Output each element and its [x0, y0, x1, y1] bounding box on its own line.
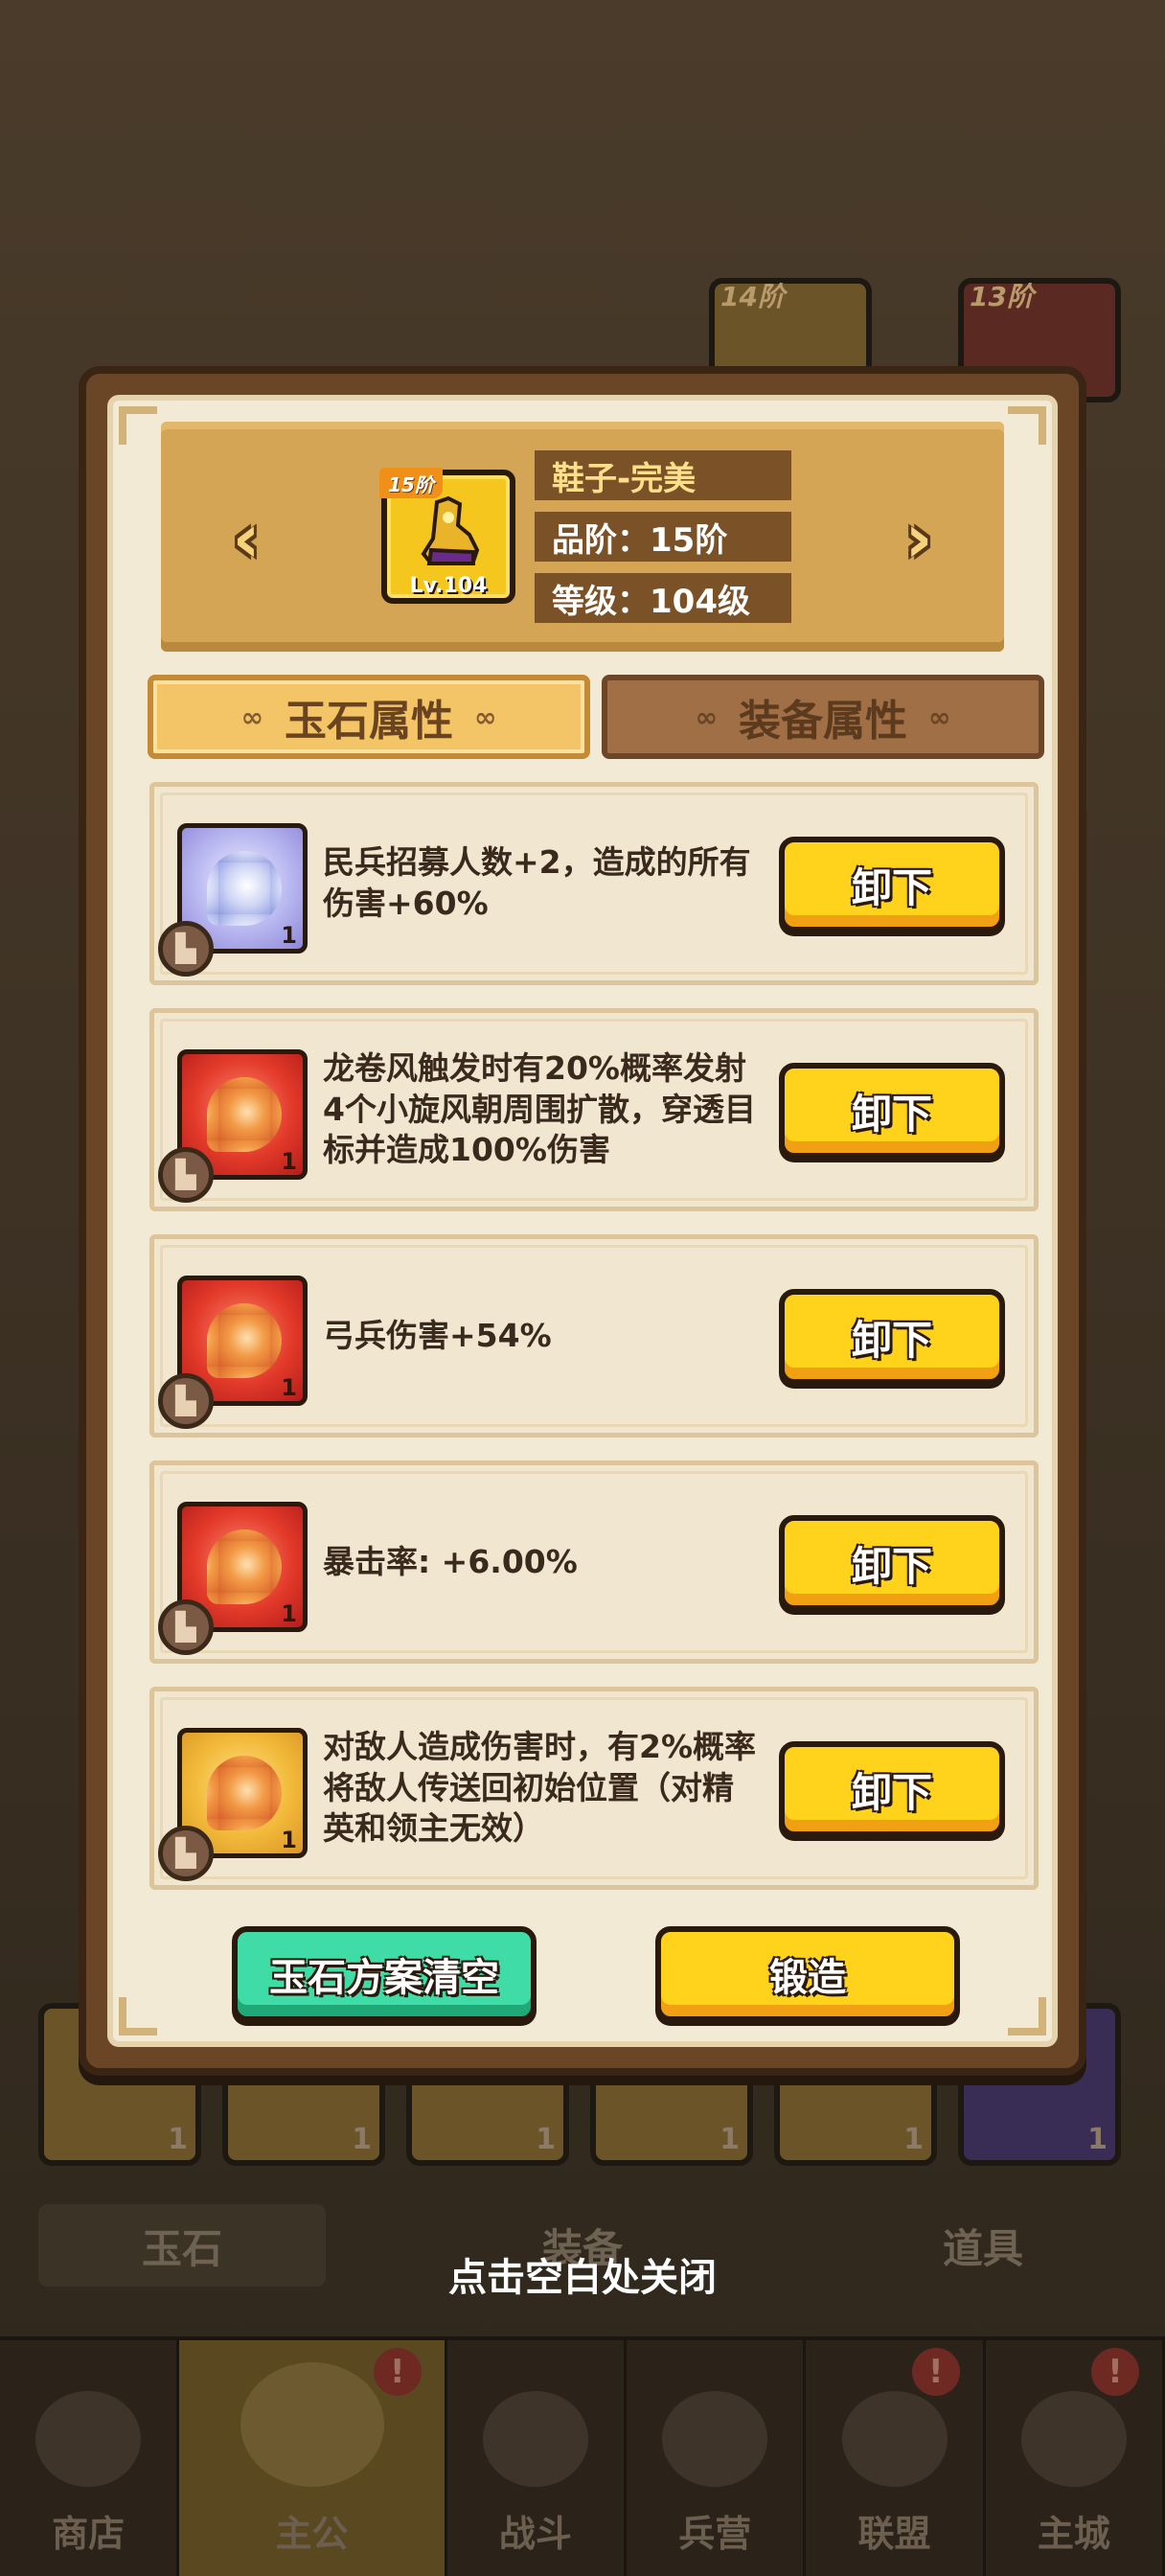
ornament-icon: ∞: [240, 701, 263, 733]
item-header: ‹ 15阶 Lv.104 鞋子-完美 品阶：15阶 等级：104级 ›: [161, 422, 1004, 652]
close-hint[interactable]: 点击空白处关闭: [0, 2246, 1165, 2302]
gem-detail-modal: ‹ 15阶 Lv.104 鞋子-完美 品阶：15阶 等级：104级 › ∞ 玉石…: [79, 366, 1086, 2076]
boot-slot-icon: ▙: [158, 1147, 214, 1203]
tab-label: 装备属性: [739, 697, 907, 746]
nav-label: 主城: [1037, 2513, 1110, 2555]
gem-row: 1 ▙ 弓兵伤害+54% 卸下: [149, 1234, 1039, 1438]
unequip-button[interactable]: 卸下: [779, 837, 1005, 932]
next-item-button[interactable]: ›: [889, 499, 948, 578]
shop-icon: [35, 2391, 142, 2487]
gem-count: 1: [281, 1827, 297, 1853]
ornament-icon: ∞: [695, 701, 718, 733]
item-level-badge: Lv.104: [409, 574, 488, 598]
gem-description: 弓兵伤害+54%: [323, 1316, 552, 1354]
tab-equipment-attributes[interactable]: ∞ 装备属性 ∞: [602, 675, 1044, 759]
unequip-button[interactable]: 卸下: [779, 1063, 1005, 1159]
boot-slot-icon: ▙: [158, 1373, 214, 1429]
jade-swirl-icon: [207, 1303, 282, 1378]
nav-lord: ! 主公: [179, 2340, 447, 2576]
boot-slot-icon: ▙: [158, 1599, 214, 1655]
gem-count: 1: [281, 922, 297, 949]
lord-icon: [240, 2362, 384, 2487]
boot-icon: [421, 496, 480, 566]
alert-icon: !: [911, 2348, 960, 2396]
nav-battle: 战斗: [447, 2340, 628, 2576]
unequip-button[interactable]: 卸下: [779, 1741, 1005, 1837]
alliance-icon: [841, 2391, 948, 2487]
tab-label: 玉石属性: [285, 697, 453, 746]
gem-row: 1 ▙ 龙卷风触发时有20%概率发射4个小旋风朝周围扩散，穿透目标并造成100%…: [149, 1008, 1039, 1211]
boot-slot-icon: ▙: [158, 921, 214, 977]
item-name: 鞋子-完美: [535, 450, 791, 500]
clear-gem-plan-button[interactable]: 玉石方案清空: [232, 1926, 537, 2022]
jade-swirl-icon: [207, 851, 282, 926]
gem-row: 1 ▙ 暴击率: +6.00% 卸下: [149, 1460, 1039, 1664]
gem-description: 民兵招募人数+2，造成的所有伤害+60%: [323, 843, 751, 922]
barracks-icon: [662, 2391, 768, 2487]
nav-label: 主公: [275, 2513, 349, 2555]
forge-button[interactable]: 锻造: [655, 1926, 960, 2022]
nav-label: 战斗: [498, 2513, 572, 2555]
gem-count: 1: [281, 1374, 297, 1401]
item-icon-frame: 15阶 Lv.104: [379, 468, 515, 604]
gem-count: 1: [281, 1600, 297, 1627]
prev-item-button[interactable]: ‹: [217, 499, 276, 578]
nav-label: 商店: [52, 2513, 126, 2555]
jade-swirl-icon: [207, 1756, 282, 1830]
boot-slot-icon: ▙: [158, 1826, 214, 1881]
ornament-icon: ∞: [928, 701, 951, 733]
unequip-button[interactable]: 卸下: [779, 1289, 1005, 1385]
modal-panel: ‹ 15阶 Lv.104 鞋子-完美 品阶：15阶 等级：104级 › ∞ 玉石…: [107, 395, 1058, 2047]
tab-gem-attributes[interactable]: ∞ 玉石属性 ∞: [148, 675, 590, 759]
gem-description: 龙卷风触发时有20%概率发射4个小旋风朝周围扩散，穿透目标并造成100%伤害: [323, 1048, 756, 1169]
nav-shop: 商店: [0, 2340, 180, 2576]
gem-description: 对敌人造成伤害时，有2%概率将敌人传送回初始位置（对精英和领主无效）: [323, 1727, 757, 1848]
alert-icon: !: [1091, 2348, 1140, 2396]
nav-city: ! 主城: [986, 2340, 1165, 2576]
nav-alliance: ! 联盟: [806, 2340, 986, 2576]
gem-row: 1 ▙ 对敌人造成伤害时，有2%概率将敌人传送回初始位置（对精英和领主无效） 卸…: [149, 1687, 1039, 1890]
nav-label: 兵营: [678, 2513, 752, 2555]
gem-count: 1: [281, 1148, 297, 1175]
jade-swirl-icon: [207, 1077, 282, 1152]
chevron-left-icon: ‹: [232, 499, 261, 578]
item-level: 等级：104级: [535, 573, 791, 623]
gem-row: 1 ▙ 民兵招募人数+2，造成的所有伤害+60% 卸下: [149, 782, 1039, 985]
swords-icon: [482, 2391, 588, 2487]
nav-barracks: 兵营: [627, 2340, 807, 2576]
ornament-icon: ∞: [474, 701, 497, 733]
nav-label: 联盟: [857, 2513, 931, 2555]
gem-description: 暴击率: +6.00%: [323, 1542, 578, 1580]
city-icon: [1020, 2391, 1127, 2487]
bg-card-tier: 13阶: [970, 281, 1034, 312]
bg-card-tier: 14阶: [720, 281, 785, 312]
jade-swirl-icon: [207, 1530, 282, 1604]
item-quality: 品阶：15阶: [535, 512, 791, 562]
item-tier-badge: 15阶: [379, 468, 443, 498]
alert-icon: !: [373, 2348, 422, 2396]
chevron-right-icon: ›: [904, 499, 933, 578]
unequip-button[interactable]: 卸下: [779, 1515, 1005, 1611]
bottom-nav: 商店 ! 主公 战斗 兵营 ! 联盟 ! 主城: [0, 2336, 1165, 2576]
